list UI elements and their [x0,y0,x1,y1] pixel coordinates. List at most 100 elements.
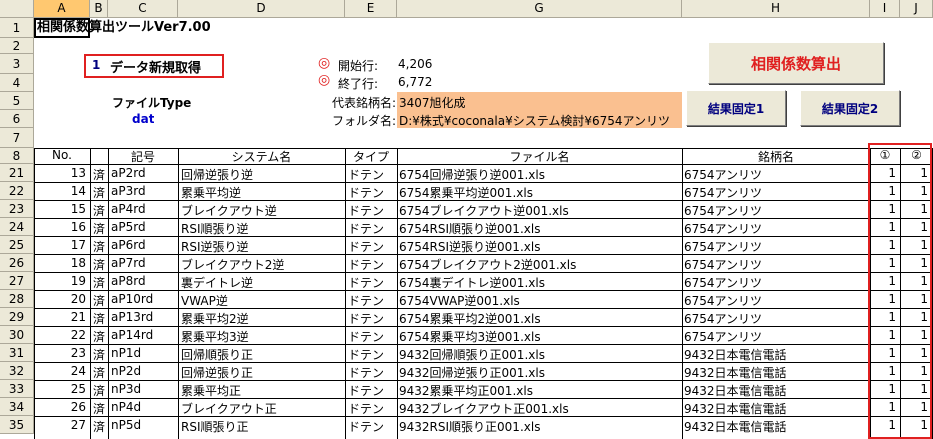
cell-file[interactable]: 6754回帰逆張り逆001.xls [399,166,681,183]
cell-stock[interactable]: 6754アンリツ [684,328,869,345]
row-header[interactable]: 5 [0,92,34,110]
cell-file[interactable]: 6754累乗平均逆001.xls [399,184,681,201]
cell-system[interactable]: VWAP逆 [181,292,344,309]
cell-done[interactable]: 済 [90,274,108,291]
row-header[interactable]: 4 [0,74,34,92]
end-row-value[interactable]: 6,772 [398,75,432,89]
cell-file[interactable]: 9432回帰順張り正001.xls [399,346,681,363]
row-header[interactable]: 26 [0,254,34,272]
cell-no[interactable]: 24 [34,364,86,378]
cell-no[interactable]: 20 [34,292,86,306]
cell-kigou[interactable]: aP6rd [111,238,177,252]
cell-file[interactable]: 6754RSI逆張り逆001.xls [399,238,681,255]
cell-no[interactable]: 17 [34,238,86,252]
cell-type[interactable]: ドテン [348,400,396,417]
cell-stock[interactable]: 6754アンリツ [684,220,869,237]
cell-done[interactable]: 済 [90,256,108,273]
cell-done[interactable]: 済 [90,382,108,399]
row-header[interactable]: 8 [0,148,34,164]
row-header[interactable]: 35 [0,416,34,434]
cell-kigou[interactable]: aP13rd [111,310,177,324]
cell-file[interactable]: 6754累乗平均3逆001.xls [399,328,681,345]
cell-system[interactable]: ブレイクアウト正 [181,400,344,417]
row-header[interactable]: 24 [0,218,34,236]
cell-no[interactable]: 22 [34,328,86,342]
folder-value[interactable]: D:¥株式¥coconala¥システム検討¥6754アンリツ [399,112,682,129]
cell-file[interactable]: 6754ブレイクアウト2逆001.xls [399,256,681,273]
cell-system[interactable]: 累乗平均3逆 [181,328,344,345]
file-type-value[interactable]: dat [132,112,154,126]
row-header[interactable]: 6 [0,110,34,128]
fix-result-2-button[interactable]: 結果固定2 [800,90,900,126]
cell-no[interactable]: 15 [34,202,86,216]
col-header-d[interactable]: D [178,0,345,18]
row-header[interactable]: 28 [0,290,34,308]
col-header-a[interactable]: A [34,0,90,18]
cell-no[interactable]: 23 [34,346,86,360]
row-header[interactable]: 7 [0,128,34,148]
data-fetch-button[interactable]: データ新規取得 [110,57,201,76]
cell-no[interactable]: 16 [34,220,86,234]
row-header[interactable]: 2 [0,38,34,54]
cell-type[interactable]: ドテン [348,202,396,219]
cell-type[interactable]: ドテン [348,256,396,273]
row-header[interactable]: 30 [0,326,34,344]
cell-type[interactable]: ドテン [348,184,396,201]
cell-kigou[interactable]: aP8rd [111,274,177,288]
row-header[interactable]: 23 [0,200,34,218]
cell-stock[interactable]: 6754アンリツ [684,310,869,327]
cell-system[interactable]: RSI逆張り逆 [181,238,344,255]
cell-system[interactable]: ブレイクアウト逆 [181,202,344,219]
cell-done[interactable]: 済 [90,184,108,201]
cell-system[interactable]: 裏デイトレ逆 [181,274,344,291]
row-header[interactable]: 25 [0,236,34,254]
cell-stock[interactable]: 6754アンリツ [684,166,869,183]
cell-file[interactable]: 6754ブレイクアウト逆001.xls [399,202,681,219]
cell-no[interactable]: 13 [34,166,86,180]
col-header-c[interactable]: C [108,0,178,18]
select-all-corner[interactable] [0,0,34,18]
cell-file[interactable]: 9432RSI順張り正001.xls [399,418,681,435]
cell-done[interactable]: 済 [90,238,108,255]
cell-file[interactable]: 9432回帰逆張り正001.xls [399,364,681,381]
cell-system[interactable]: 累乗平均逆 [181,184,344,201]
cell-type[interactable]: ドテン [348,328,396,345]
cell-system[interactable]: 累乗平均2逆 [181,310,344,327]
cell-type[interactable]: ドテン [348,238,396,255]
cell-stock[interactable]: 6754アンリツ [684,202,869,219]
cell-system[interactable]: 回帰逆張り正 [181,364,344,381]
cell-stock[interactable]: 9432日本電信電話 [684,382,869,399]
cell-done[interactable]: 済 [90,220,108,237]
cell-stock[interactable]: 9432日本電信電話 [684,346,869,363]
fix-result-1-button[interactable]: 結果固定1 [686,90,786,126]
cell-no[interactable]: 19 [34,274,86,288]
row-header[interactable]: 22 [0,182,34,200]
cell-type[interactable]: ドテン [348,382,396,399]
row-header[interactable]: 33 [0,380,34,398]
cell-kigou[interactable]: nP1d [111,346,177,360]
cell-type[interactable]: ドテン [348,220,396,237]
cell-stock[interactable]: 9432日本電信電話 [684,364,869,381]
cell-no[interactable]: 27 [34,418,86,432]
row-header[interactable]: 34 [0,398,34,416]
cell-kigou[interactable]: nP2d [111,364,177,378]
cell-done[interactable]: 済 [90,400,108,417]
col-header-b[interactable]: B [90,0,108,18]
row-header[interactable]: 21 [0,164,34,182]
cell-type[interactable]: ドテン [348,166,396,183]
row-header[interactable]: 3 [0,54,34,74]
cell-file[interactable]: 9432累乗平均正001.xls [399,382,681,399]
cell-system[interactable]: ブレイクアウト2逆 [181,256,344,273]
row-header[interactable]: 29 [0,308,34,326]
cell-type[interactable]: ドテン [348,310,396,327]
cell-done[interactable]: 済 [90,364,108,381]
cell-no[interactable]: 26 [34,400,86,414]
cell-kigou[interactable]: nP4d [111,400,177,414]
cell-kigou[interactable]: aP14rd [111,328,177,342]
cell-system[interactable]: RSI順張り正 [181,418,344,435]
cell-system[interactable]: RSI順張り逆 [181,220,344,237]
cell-system[interactable]: 回帰順張り正 [181,346,344,363]
cell-no[interactable]: 18 [34,256,86,270]
cell-system[interactable]: 累乗平均正 [181,382,344,399]
cell-kigou[interactable]: nP5d [111,418,177,432]
